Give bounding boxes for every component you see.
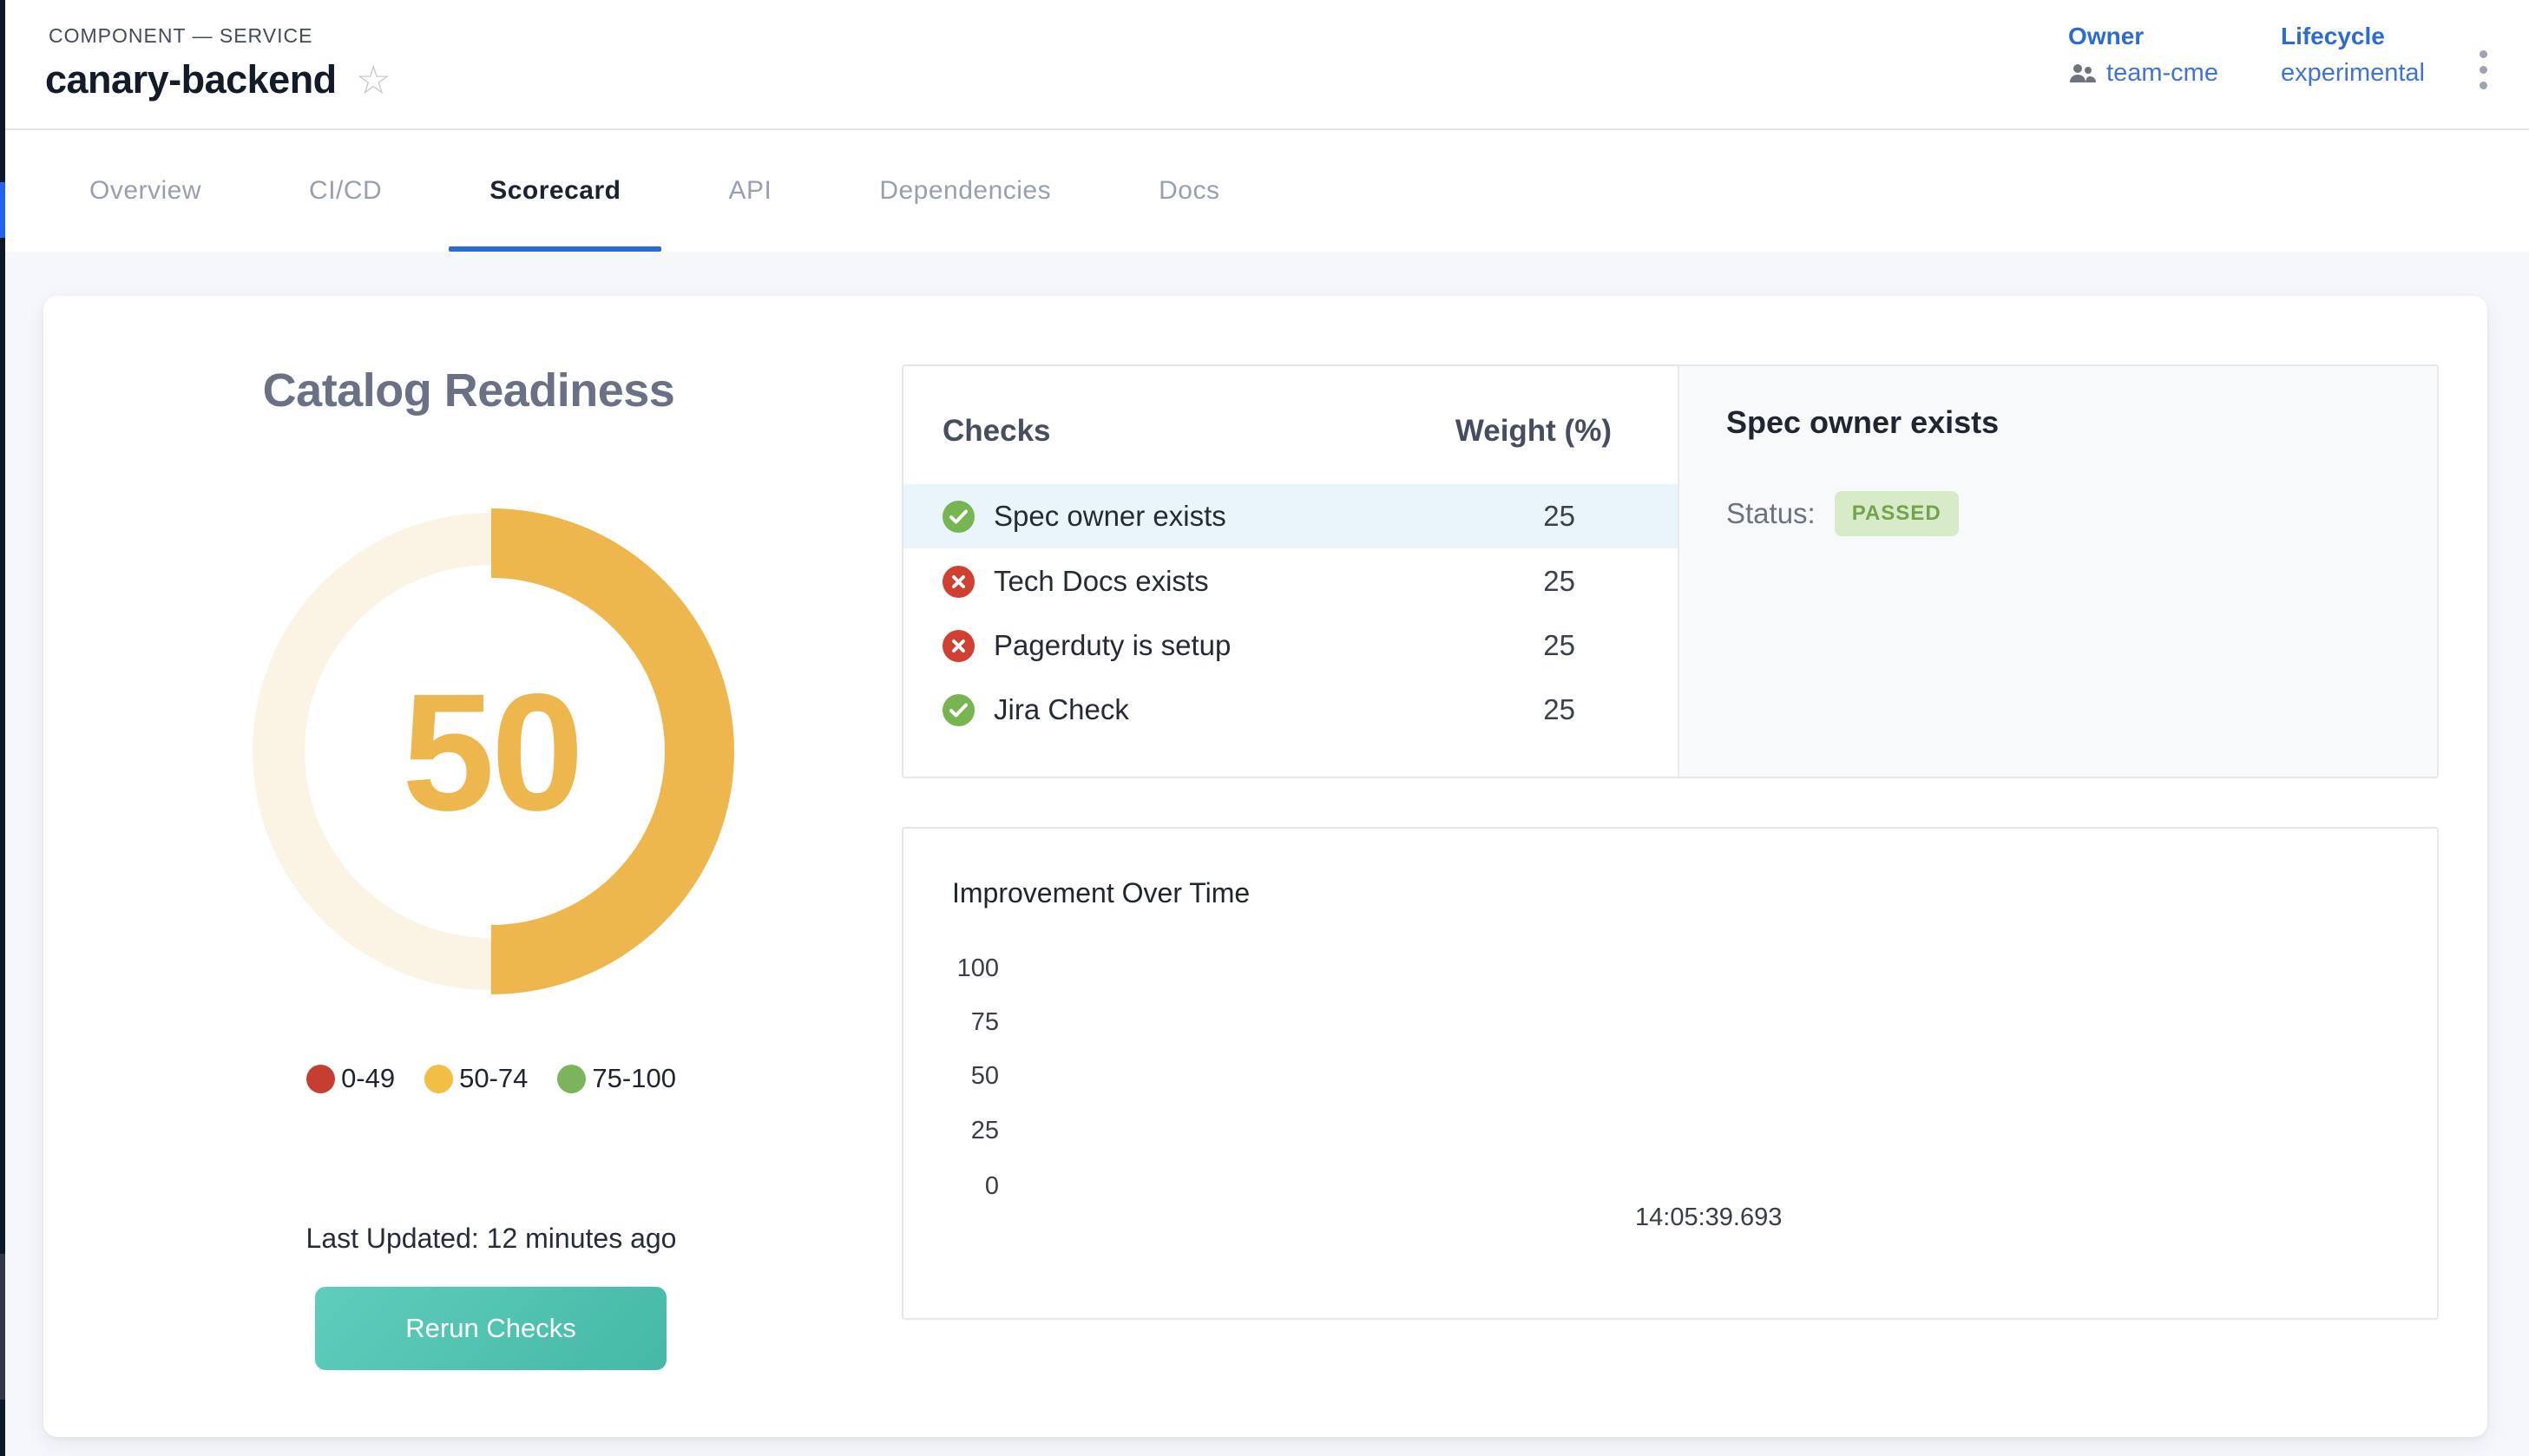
- checks-panel: Checks Weight (%) Spec owner exists 25: [902, 364, 2439, 778]
- improvement-chart-panel: Improvement Over Time 100 75 50 25 0 14:…: [902, 827, 2439, 1320]
- check-circle-icon: [943, 501, 975, 533]
- y-axis-tick: 100: [903, 954, 999, 983]
- lifecycle-block: Lifecycle experimental: [2281, 23, 2425, 88]
- check-detail-panel: Spec owner exists Status: PASSED: [1679, 366, 2437, 777]
- gauge-title: Catalog Readiness: [43, 364, 894, 417]
- rerun-checks-button[interactable]: Rerun Checks: [315, 1287, 667, 1370]
- check-row-tech-docs[interactable]: Tech Docs exists 25: [903, 549, 1678, 613]
- score-gauge: 50: [248, 508, 734, 994]
- y-axis-tick: 0: [903, 1172, 999, 1201]
- check-row-jira[interactable]: Jira Check 25: [903, 678, 1678, 742]
- last-updated-text: Last Updated: 12 minutes ago: [43, 1223, 939, 1255]
- y-axis-tick: 75: [903, 1008, 999, 1037]
- scorecard-page: COMPONENT — SERVICE canary-backend ☆ Own…: [0, 0, 2529, 1456]
- x-axis-tick: 14:05:39.693: [1635, 1203, 1782, 1232]
- breadcrumb: COMPONENT — SERVICE: [49, 24, 312, 48]
- favorite-star-icon[interactable]: ☆: [356, 60, 391, 100]
- sidebar-edge[interactable]: [0, 0, 5, 1456]
- tab-scorecard[interactable]: Scorecard: [449, 130, 661, 252]
- tab-overview[interactable]: Overview: [49, 130, 242, 252]
- score-legend: 0-49 50-74 75-100: [43, 1063, 939, 1094]
- legend-item-yellow: 50-74: [424, 1063, 528, 1094]
- checks-table-header: Checks Weight (%): [903, 401, 1678, 462]
- check-row-pagerduty[interactable]: Pagerduty is setup 25: [903, 613, 1678, 678]
- lifecycle-label: Lifecycle: [2281, 23, 2425, 50]
- tab-docs[interactable]: Docs: [1118, 130, 1260, 252]
- tab-dependencies[interactable]: Dependencies: [838, 130, 1092, 252]
- check-circle-icon: [943, 694, 975, 726]
- scorecard-card: Catalog Readiness 50 0-49 50-74: [43, 296, 2487, 1437]
- gauge-section: Catalog Readiness 50 0-49 50-74: [43, 296, 894, 1437]
- checks-column-header: Checks: [903, 414, 1386, 449]
- status-label: Status:: [1726, 497, 1816, 530]
- sidebar-soft-segment: [0, 1254, 5, 1400]
- owner-label: Owner: [2068, 23, 2218, 50]
- sidebar-active-indicator: [0, 182, 5, 238]
- page-title: canary-backend: [45, 57, 337, 102]
- check-detail-title: Spec owner exists: [1726, 404, 1999, 441]
- legend-item-green: 75-100: [557, 1063, 676, 1094]
- y-axis-tick: 50: [903, 1062, 999, 1091]
- owner-block: Owner team-cme: [2068, 23, 2218, 88]
- x-circle-icon: [943, 630, 975, 662]
- entity-tabs: Overview CI/CD Scorecard API Dependencie…: [5, 130, 2529, 252]
- weight-column-header: Weight (%): [1386, 414, 1678, 449]
- entity-meta: Owner team-cme Lifecycle experimen: [2068, 23, 2425, 88]
- owner-name[interactable]: team-cme: [2106, 59, 2218, 88]
- lifecycle-value: experimental: [2281, 59, 2425, 88]
- gauge-score-value: 50: [248, 508, 734, 994]
- owner-value[interactable]: team-cme: [2068, 59, 2218, 88]
- chart-title: Improvement Over Time: [952, 877, 1250, 909]
- legend-dot-green: [557, 1065, 586, 1093]
- status-badge: PASSED: [1835, 491, 1959, 536]
- tab-api[interactable]: API: [687, 130, 812, 252]
- entity-header: COMPONENT — SERVICE canary-backend ☆ Own…: [5, 0, 2529, 130]
- x-circle-icon: [943, 566, 975, 598]
- y-axis-tick: 25: [903, 1117, 999, 1145]
- checks-table: Checks Weight (%) Spec owner exists 25: [903, 366, 1679, 777]
- legend-dot-yellow: [424, 1065, 453, 1093]
- tab-cicd[interactable]: CI/CD: [268, 130, 423, 252]
- more-options-kebab-icon[interactable]: [2474, 45, 2493, 95]
- legend-item-red: 0-49: [306, 1063, 395, 1094]
- check-row-spec-owner[interactable]: Spec owner exists 25: [903, 484, 1678, 548]
- people-icon: [2068, 63, 2098, 84]
- legend-dot-red: [306, 1065, 335, 1093]
